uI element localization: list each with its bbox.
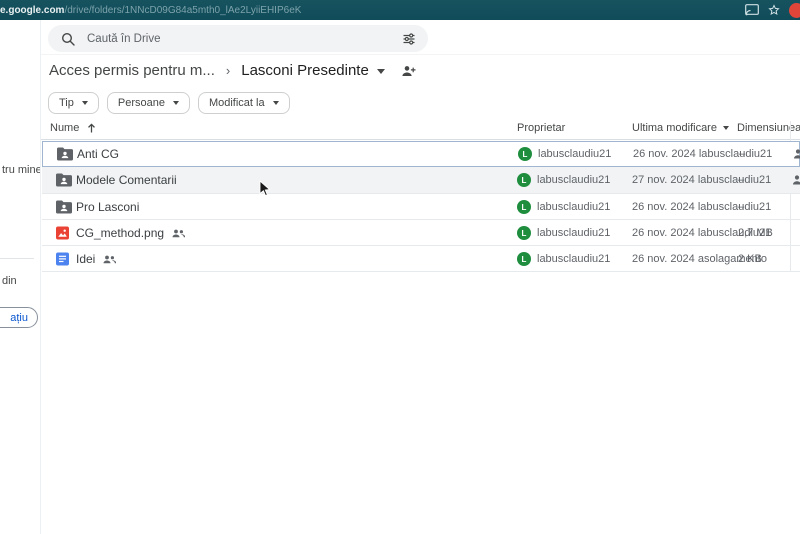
chevron-down-icon xyxy=(173,101,179,105)
shared-people-icon xyxy=(103,255,116,264)
owner-avatar: L xyxy=(517,226,531,240)
buy-storage-button[interactable]: ațiu xyxy=(0,307,38,328)
table-row[interactable]: Anti CG L labusclaudiu21 26 nov. 2024 la… xyxy=(42,141,800,167)
address-url[interactable]: e.google.com/drive/folders/1NNcD09G84a5m… xyxy=(0,5,301,16)
url-domain: e.google.com xyxy=(0,5,64,16)
owner-name: labusclaudiu21 xyxy=(537,253,610,265)
owner-avatar: L xyxy=(517,200,531,214)
column-header-owner[interactable]: Proprietar xyxy=(517,122,565,134)
breadcrumb: Acces permis pentru m... › Lasconi Prese… xyxy=(49,62,416,79)
shared-folder-members-icon[interactable] xyxy=(401,65,416,77)
drive-page: tru mine din ațiu Acces permis pentru m.… xyxy=(0,20,800,534)
shared-folder-icon xyxy=(56,174,72,187)
shared-folder-icon xyxy=(56,201,72,214)
document-file-icon xyxy=(56,253,69,266)
file-name[interactable]: Modele Comentarii xyxy=(76,173,177,187)
table-row[interactable]: Idei L labusclaudiu21 26 nov. 2024 asola… xyxy=(42,246,800,272)
owner-name: labusclaudiu21 xyxy=(537,174,610,186)
owner-name: labusclaudiu21 xyxy=(537,227,610,239)
file-name[interactable]: CG_method.png xyxy=(76,226,185,240)
file-size: 2,7 MB xyxy=(738,227,773,239)
breadcrumb-separator-icon: › xyxy=(226,63,230,78)
sidebar-storage-label: din xyxy=(2,275,17,287)
last-modified: 26 nov. 2024 labusclaudiu21 xyxy=(633,148,772,160)
owner-name: labusclaudiu21 xyxy=(537,201,610,213)
filter-chip-type[interactable]: Tip xyxy=(48,92,99,114)
chevron-down-icon xyxy=(82,101,88,105)
table-row[interactable]: Modele Comentarii L labusclaudiu21 27 no… xyxy=(42,167,800,193)
last-modified: 26 nov. 2024 labusclaudiu21 xyxy=(632,201,771,213)
share-action-icon[interactable] xyxy=(792,175,800,186)
cast-icon[interactable] xyxy=(745,4,759,16)
last-modified: 27 nov. 2024 labusclaudiu21 xyxy=(632,174,771,186)
image-file-icon xyxy=(56,227,69,240)
table-header-divider xyxy=(41,139,800,140)
breadcrumb-parent[interactable]: Acces permis pentru m... xyxy=(49,62,215,79)
file-name[interactable]: Idei xyxy=(76,252,116,266)
sidebar-divider xyxy=(0,258,34,259)
file-size: – xyxy=(739,148,745,160)
filter-chip-modified[interactable]: Modificat la xyxy=(198,92,290,114)
bookmark-star-icon[interactable] xyxy=(768,4,780,16)
breadcrumb-current-folder[interactable]: Lasconi Presedinte xyxy=(241,62,369,79)
search-input[interactable] xyxy=(87,33,402,45)
browser-title-bar: e.google.com/drive/folders/1NNcD09G84a5m… xyxy=(0,0,800,20)
header-divider xyxy=(41,54,800,55)
owner-avatar: L xyxy=(518,147,532,161)
owner-avatar: L xyxy=(517,173,531,187)
folder-menu-caret-icon[interactable] xyxy=(377,69,385,74)
table-row[interactable]: Pro Lasconi L labusclaudiu21 26 nov. 202… xyxy=(42,194,800,220)
shared-people-icon xyxy=(172,229,185,238)
owner-name: labusclaudiu21 xyxy=(538,148,611,160)
file-size: 2 KB xyxy=(738,253,762,265)
chevron-down-icon xyxy=(723,126,729,130)
url-path: /drive/folders/1NNcD09G84a5mth0_lAe2Lyii… xyxy=(64,5,301,16)
file-name[interactable]: Pro Lasconi xyxy=(76,200,139,214)
filter-chip-bar: Tip Persoane Modificat la xyxy=(48,92,290,114)
file-list-header: Nume Proprietar Ultima modificare Dimens… xyxy=(0,120,800,139)
file-name[interactable]: Anti CG xyxy=(77,147,119,161)
file-size: – xyxy=(738,174,744,186)
sort-ascending-icon[interactable] xyxy=(87,123,96,136)
owner-avatar: L xyxy=(517,252,531,266)
search-bar[interactable] xyxy=(48,25,428,52)
table-row[interactable]: CG_method.png L labusclaudiu21 26 nov. 2… xyxy=(42,220,800,246)
sidebar-clipped: tru mine din ațiu xyxy=(0,20,41,534)
filter-chip-people[interactable]: Persoane xyxy=(107,92,190,114)
search-icon xyxy=(61,32,75,46)
profile-avatar[interactable] xyxy=(789,3,800,18)
share-action-icon[interactable] xyxy=(793,149,800,160)
search-filters-icon[interactable] xyxy=(402,32,416,46)
file-size: – xyxy=(738,201,744,213)
column-header-modified[interactable]: Ultima modificare xyxy=(632,122,729,134)
shared-folder-icon xyxy=(57,148,73,161)
sidebar-item-shared-with-me[interactable]: tru mine xyxy=(2,164,41,176)
mouse-cursor-icon xyxy=(259,180,271,202)
chevron-down-icon xyxy=(273,101,279,105)
column-header-name[interactable]: Nume xyxy=(50,122,79,134)
